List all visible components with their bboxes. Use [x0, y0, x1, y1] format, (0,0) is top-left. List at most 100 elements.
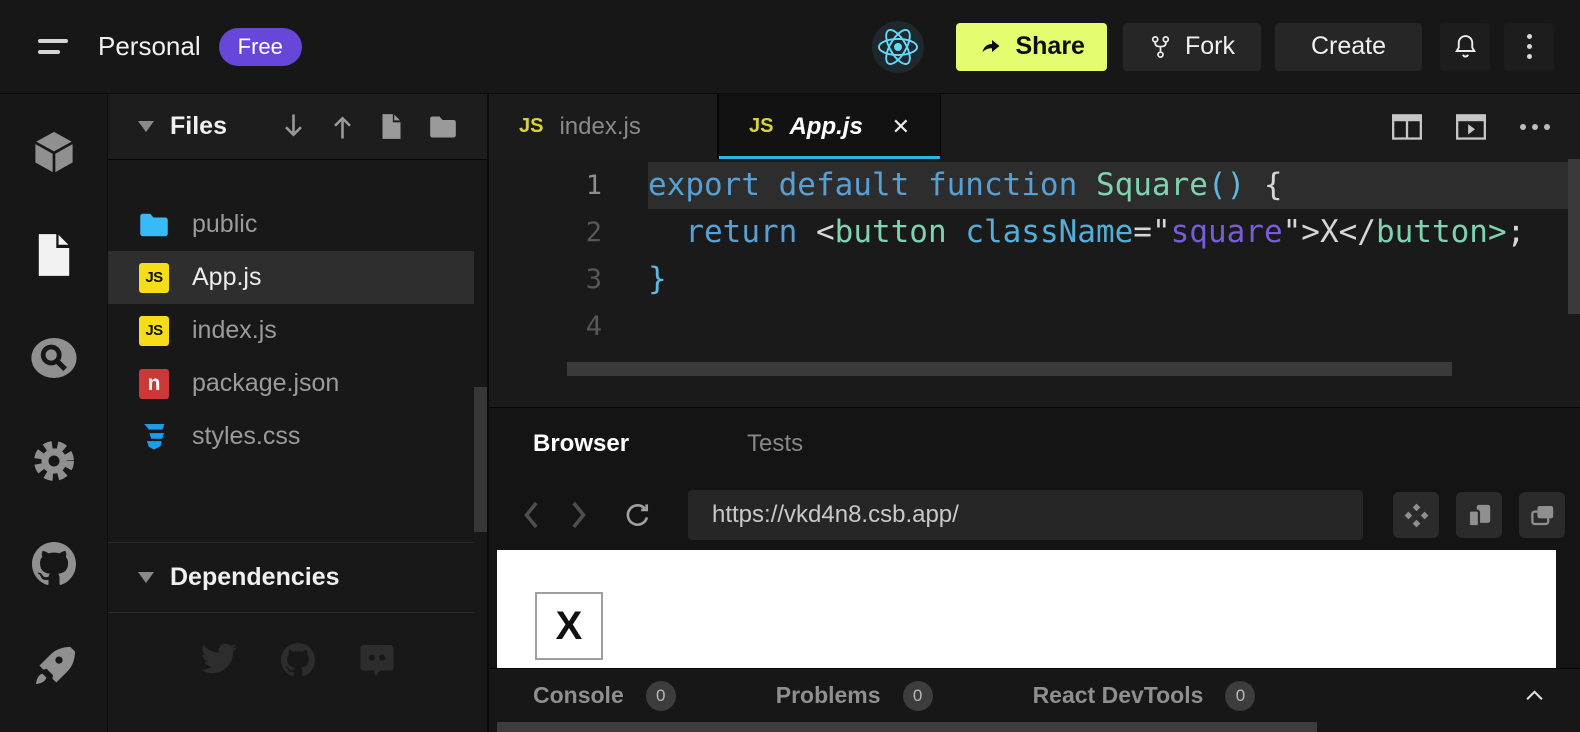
code-editor[interactable]: 1export default function Square() {2 ret…: [489, 159, 1580, 407]
share-arrow-icon: [978, 35, 1004, 59]
tab-browser[interactable]: Browser: [533, 430, 629, 458]
code-line-3[interactable]: 3}: [489, 256, 1580, 303]
back-icon[interactable]: [521, 500, 541, 530]
files-title: Files: [170, 112, 227, 141]
file-row-styles.css[interactable]: styles.css: [108, 410, 474, 463]
activity-rail: [0, 94, 108, 732]
github-icon[interactable]: [281, 643, 315, 677]
file-list: public JS App.js JSindex.js n package.json sty…: [108, 198, 474, 463]
folder-icon: [139, 212, 169, 238]
tab-index-js[interactable]: JS index.js: [489, 94, 718, 159]
js-icon: JS: [519, 115, 543, 138]
file-row-index.js[interactable]: JSindex.js: [108, 304, 474, 357]
tab-label: App.js: [789, 113, 862, 141]
console-scrollbar[interactable]: [497, 722, 1317, 732]
new-file-icon[interactable]: [380, 113, 403, 140]
square-button[interactable]: X: [535, 592, 603, 660]
rocket-icon: [31, 644, 77, 690]
chevron-down-icon[interactable]: [138, 121, 154, 132]
editor-hscrollbar[interactable]: [567, 362, 1452, 376]
csb-menu-button[interactable]: [1393, 492, 1439, 538]
explorer-scrollbar[interactable]: [474, 387, 487, 532]
tab-tests[interactable]: Tests: [747, 430, 803, 458]
file-name: App.js: [192, 263, 261, 292]
file-name: package.json: [192, 369, 339, 398]
dependencies-title: Dependencies: [170, 563, 340, 592]
settings-button[interactable]: [0, 409, 107, 512]
preview-window-icon[interactable]: [1456, 114, 1486, 140]
explorer-button[interactable]: [0, 203, 107, 306]
console-tab-label: Console: [533, 682, 624, 709]
notifications-button[interactable]: [1440, 23, 1490, 71]
editor-tabbar: JS index.js JS App.js ✕: [489, 94, 1580, 159]
github-button[interactable]: [0, 512, 107, 615]
console-tab-react-devtools[interactable]: React DevTools 0: [1033, 681, 1256, 711]
console-tab-console[interactable]: Console 0: [533, 681, 676, 711]
js-icon: JS: [139, 263, 169, 293]
fork-icon: [1149, 34, 1172, 60]
deploy-button[interactable]: [0, 615, 107, 718]
file-row-package.json[interactable]: n package.json: [108, 357, 474, 410]
social-links: [108, 643, 487, 677]
console-scrollbar-track: [489, 722, 1580, 732]
code-text: return <button className="square">X</but…: [648, 209, 1568, 256]
upload-icon[interactable]: [331, 113, 354, 140]
file-name: public: [192, 210, 257, 239]
forward-icon[interactable]: [569, 500, 589, 530]
bell-icon: [1452, 32, 1479, 61]
discord-icon[interactable]: [359, 643, 395, 677]
share-button[interactable]: Share: [956, 23, 1106, 71]
editor-more-icon[interactable]: [1520, 124, 1550, 130]
dependencies-header[interactable]: Dependencies: [108, 542, 474, 613]
js-icon: JS: [749, 115, 773, 138]
tab-app-js[interactable]: JS App.js ✕: [718, 94, 941, 159]
npm-icon: n: [139, 369, 169, 399]
kebab-menu-icon: [1527, 34, 1532, 59]
count-badge: 0: [1225, 681, 1255, 711]
open-in-new-window-button[interactable]: [1519, 492, 1565, 538]
line-number: 4: [489, 303, 602, 350]
url-input[interactable]: [688, 490, 1363, 540]
code-text: [648, 303, 1568, 350]
preview-frame: X: [497, 550, 1556, 668]
new-folder-icon[interactable]: [429, 115, 457, 139]
github-icon: [32, 542, 76, 586]
file-name: styles.css: [192, 422, 300, 451]
console-tab-problems[interactable]: Problems0: [776, 681, 933, 711]
file-row-App.js[interactable]: JS App.js: [108, 251, 474, 304]
file-icon: [35, 232, 73, 278]
file-row-public[interactable]: public: [108, 198, 474, 251]
sandbox-info-button[interactable]: [0, 100, 107, 203]
split-view-icon[interactable]: [1392, 114, 1422, 140]
header: Personal Free Share: [0, 0, 1580, 94]
count-badge: 0: [646, 681, 676, 711]
console-bar: Console 0 Problems0 React DevTools 0: [489, 668, 1580, 722]
menu-icon[interactable]: [38, 36, 72, 58]
chevron-up-icon[interactable]: [1525, 689, 1544, 702]
search-button[interactable]: [0, 306, 107, 409]
editor-vscrollbar[interactable]: [1568, 159, 1580, 314]
more-options-button[interactable]: [1504, 23, 1554, 71]
code-line-4[interactable]: 4: [489, 303, 1580, 350]
tab-label: index.js: [559, 113, 640, 141]
line-number: 2: [489, 209, 602, 256]
code-line-2[interactable]: 2 return <button className="square">X</b…: [489, 209, 1580, 256]
code-line-1[interactable]: 1export default function Square() {: [489, 162, 1580, 209]
workspace-name[interactable]: Personal: [98, 31, 201, 62]
fork-button[interactable]: Fork: [1123, 23, 1261, 71]
diamonds-icon: [1403, 502, 1430, 529]
share-label: Share: [1015, 32, 1084, 61]
fork-label: Fork: [1185, 32, 1235, 61]
duplicate-icon: [1529, 502, 1556, 529]
file-explorer: Files publicJSApp.jsJSindex.j: [108, 94, 487, 732]
create-button[interactable]: Create: [1275, 23, 1422, 71]
twitter-icon[interactable]: [201, 643, 237, 677]
responsive-preview-button[interactable]: [1456, 492, 1502, 538]
close-icon[interactable]: ✕: [892, 114, 910, 140]
download-icon[interactable]: [282, 113, 305, 140]
browser-panel: Browser Tests: [489, 407, 1580, 732]
workbench: JS index.js JS App.js ✕: [487, 94, 1580, 732]
react-logo-icon: [872, 21, 924, 73]
console-tab-label: React DevTools: [1033, 682, 1204, 709]
refresh-icon[interactable]: [623, 501, 652, 530]
